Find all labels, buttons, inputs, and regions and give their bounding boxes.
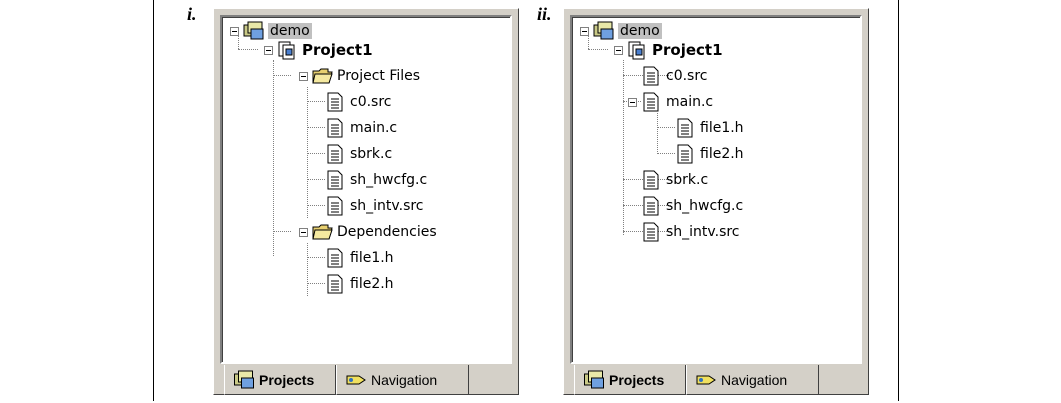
tree-node-project[interactable]: Project1 [264, 38, 373, 62]
collapse-toggle[interactable] [628, 97, 637, 107]
file-icon [327, 92, 343, 112]
project-panel-i: demo Project1 Project Files c0.src main.… [213, 8, 519, 395]
file-icon [327, 118, 343, 138]
tree-node-folder[interactable]: Project Files [299, 64, 420, 88]
file-icon [327, 274, 343, 294]
tree-node-file[interactable]: sbrk.c [325, 142, 392, 166]
collapse-toggle[interactable] [580, 26, 589, 36]
project-icon [278, 41, 295, 60]
file-name: sh_intv.src [350, 198, 424, 214]
file-icon [643, 66, 659, 86]
file-icon [643, 170, 659, 190]
tree-node-file[interactable]: file1.h [325, 246, 394, 270]
tree-node-file[interactable]: c0.src [325, 90, 392, 114]
tree-node-file[interactable]: main.c [325, 116, 397, 140]
tree-view-i[interactable]: demo Project1 Project Files c0.src main.… [220, 15, 512, 364]
file-name: c0.src [350, 94, 392, 110]
file-name: file2.h [350, 276, 394, 292]
tab-navigation[interactable]: Navigation [686, 365, 819, 395]
file-icon [327, 170, 343, 190]
tab-label: Projects [259, 371, 315, 388]
tree-node-folder[interactable]: Dependencies [299, 220, 437, 244]
file-icon [643, 92, 659, 112]
navigation-icon [346, 375, 366, 384]
file-name: file1.h [350, 250, 394, 266]
workspace-icon [584, 370, 604, 388]
tree-node-file[interactable]: sh_intv.src [641, 220, 740, 244]
tree-node-file[interactable]: sh_hwcfg.c [325, 168, 427, 192]
tab-projects[interactable]: Projects [224, 365, 336, 395]
folder-icon [312, 68, 333, 84]
tree-node-file[interactable]: file2.h [675, 142, 744, 166]
tab-label: Projects [609, 371, 665, 388]
panel-marker-i: i. [187, 4, 197, 24]
file-icon [677, 144, 693, 164]
file-icon [327, 248, 343, 268]
file-name: sbrk.c [350, 146, 393, 162]
tab-navigation[interactable]: Navigation [336, 365, 469, 395]
file-icon [643, 196, 659, 216]
tree-node-file[interactable]: sh_hwcfg.c [641, 194, 743, 218]
file-name: main.c [350, 120, 398, 136]
tree-node-file[interactable]: main.c [628, 90, 713, 114]
file-name: sh_intv.src [666, 224, 740, 240]
file-icon [327, 144, 343, 164]
tree-node-file[interactable]: c0.src [641, 64, 708, 88]
collapse-toggle[interactable] [299, 227, 308, 237]
file-icon [327, 196, 343, 216]
workspace-icon [593, 21, 614, 40]
tree-node-file[interactable]: sbrk.c [641, 168, 708, 192]
workspace-icon [243, 21, 264, 40]
tree-node-file[interactable]: file1.h [675, 116, 744, 140]
project-name: Project1 [302, 41, 373, 59]
file-name: sh_hwcfg.c [350, 172, 428, 188]
project-name: Project1 [652, 41, 723, 59]
tab-projects[interactable]: Projects [574, 365, 686, 395]
project-icon [628, 41, 645, 60]
file-icon [677, 118, 693, 138]
tree-node-file[interactable]: sh_intv.src [325, 194, 424, 218]
file-name: sh_hwcfg.c [666, 198, 744, 214]
navigation-icon [696, 375, 716, 384]
collapse-toggle[interactable] [264, 45, 273, 55]
tree-node-project[interactable]: Project1 [614, 38, 723, 62]
tree-node-file[interactable]: file2.h [325, 272, 394, 296]
file-icon [643, 222, 659, 242]
folder-name: Dependencies [337, 224, 437, 240]
tab-label: Navigation [721, 371, 788, 388]
tree-view-ii[interactable]: demo Project1 c0.src main.c file1.h file… [570, 15, 862, 364]
workspace-name: demo [268, 23, 312, 39]
file-name: sbrk.c [666, 172, 709, 188]
file-name: c0.src [666, 68, 708, 84]
file-name: main.c [666, 94, 714, 110]
collapse-toggle[interactable] [614, 45, 623, 55]
file-name: file2.h [700, 146, 744, 162]
project-panel-ii: demo Project1 c0.src main.c file1.h file… [563, 8, 869, 395]
panel-marker-ii: ii. [537, 4, 552, 24]
workspace-icon [234, 370, 254, 388]
workspace-name: demo [618, 23, 662, 39]
file-name: file1.h [700, 120, 744, 136]
tab-label: Navigation [371, 371, 438, 388]
folder-name: Project Files [337, 68, 421, 84]
collapse-toggle[interactable] [299, 71, 308, 81]
folder-icon [312, 224, 333, 240]
collapse-toggle[interactable] [230, 26, 239, 36]
